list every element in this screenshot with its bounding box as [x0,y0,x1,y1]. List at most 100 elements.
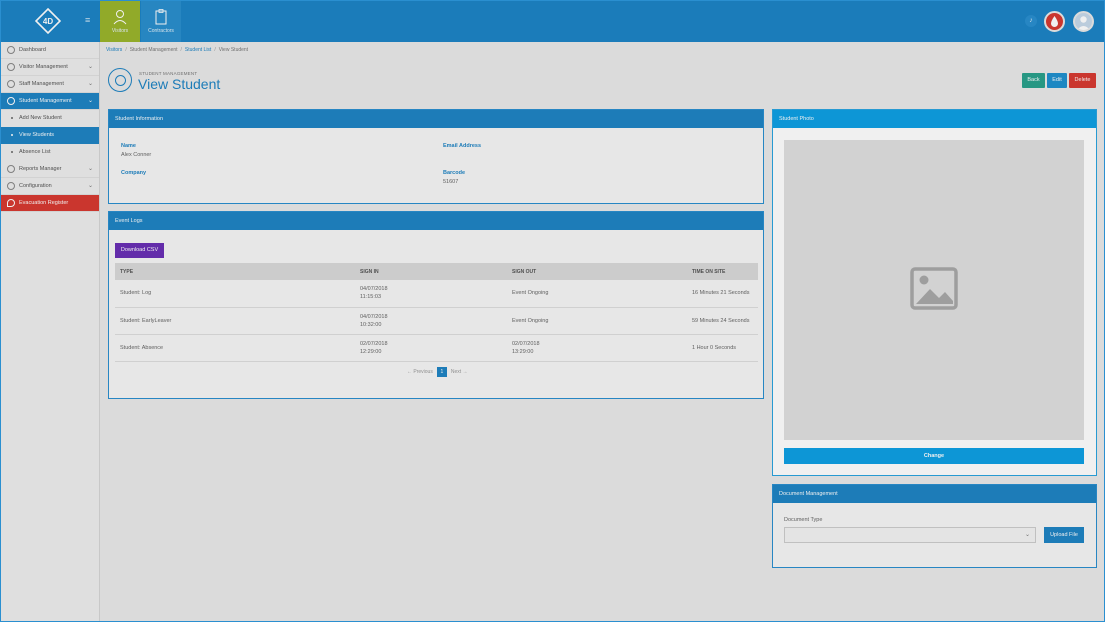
sidebar-item-evacuation-register[interactable]: Evacuation Register [1,195,99,212]
drop-shape [1051,16,1058,27]
cell-time-on-site: 16 Minutes 21 Seconds [687,280,758,308]
chevron-down-icon: ⌄ [87,98,93,104]
table-row: Student: EarlyLeaver 04/07/2018 10:32:00 … [115,307,758,335]
table-header-row: TYPE SIGN IN SIGN OUT TIME ON SITE [115,263,758,280]
previous-page-link[interactable]: ← Previous [407,369,433,375]
panel-title: Document Management [773,485,1096,503]
topnav-visitors[interactable]: Visitors [100,1,140,42]
barcode-label: Barcode [443,170,466,176]
top-bar: 4D ≡ Visitors Contractors ♪ [1,1,1104,42]
panel-title: Event Logs [109,212,763,230]
panel-title: Student Photo [773,110,1096,128]
table-row: Student: Log 04/07/2018 11:15:03 Event On… [115,280,758,308]
breadcrumb-student-management: Student Management [129,47,178,53]
icon-inner [115,75,126,86]
breadcrumb-view-student: View Student [218,47,249,53]
page-1-button[interactable]: 1 [436,367,447,377]
panel-title: Student Information [109,110,763,128]
sign-in-date: 02/07/2018 [360,340,388,347]
sidebar-item-label: Student Management [19,98,72,104]
back-button[interactable]: Back [1022,73,1045,88]
cell-sign-in: 04/07/2018 11:15:03 [355,280,507,308]
company-label: Company [121,170,147,176]
user-avatar-icon[interactable] [1073,11,1094,32]
sidebar-item-staff-management[interactable]: Staff Management ⌄ [1,76,99,93]
fire-icon [7,199,15,207]
event-logs-table: TYPE SIGN IN SIGN OUT TIME ON SITE Stude… [115,263,758,362]
photo-placeholder [784,140,1084,440]
cell-sign-in: 04/07/2018 10:32:00 [355,307,507,335]
delete-button[interactable]: Delete [1069,73,1096,88]
page-title: View Student [138,76,221,92]
bullet-icon [11,134,13,136]
menu-toggle-icon[interactable]: ≡ [85,16,93,25]
sidebar-item-label: Reports Manager [19,166,62,172]
upload-file-button[interactable]: Upload File [1044,527,1084,543]
chevron-down-icon: ⌄ [87,166,93,172]
chevron-down-icon: ⌄ [87,81,93,87]
barcode-value: 51607 [443,179,459,185]
chevron-down-icon: ⌄ [87,183,93,189]
chevron-down-icon: ⌄ [1024,532,1030,538]
column-header-sign-out[interactable]: SIGN OUT [507,263,687,280]
logo-text: 4D [43,17,53,26]
sign-in-date: 04/07/2018 [360,313,388,320]
sign-in-time: 11:15:03 [360,294,382,301]
blood-drop-icon[interactable] [1044,11,1065,32]
topnav-visitors-label: Visitors [111,28,129,34]
column-header-time-on-site[interactable]: TIME ON SITE [687,263,758,280]
edit-button[interactable]: Edit [1047,73,1067,88]
reports-icon [7,165,15,173]
student-photo-panel: Student Photo Change [772,109,1097,476]
image-placeholder-icon [910,267,958,310]
cell-sign-in: 02/07/2018 12:29:00 [355,334,507,362]
gear-icon [7,182,15,190]
sidebar-subitem-absence-list[interactable]: Absence List [1,144,99,161]
sidebar: Dashboard Visitor Management ⌄ Staff Man… [1,42,100,621]
document-type-select[interactable]: ⌄ [784,527,1036,543]
cell-time-on-site: 1 Hour 0 Seconds [687,334,758,362]
chevron-down-icon: ⌄ [87,64,93,70]
sign-out-date: Event Ongoing [512,290,549,297]
sign-out-date: 02/07/2018 [512,340,540,347]
document-management-panel: Document Management Document Type ⌄ Uplo… [772,484,1097,568]
sidebar-item-student-management[interactable]: Student Management ⌄ [1,93,99,110]
sidebar-item-label: Add New Student [19,115,62,121]
column-header-sign-in[interactable]: SIGN IN [355,263,507,280]
sidebar-item-reports-manager[interactable]: Reports Manager ⌄ [1,161,99,178]
cell-type: Student: Absence [115,334,355,362]
next-page-link[interactable]: Next → [451,369,468,375]
breadcrumb-student-list[interactable]: Student List [185,47,211,53]
student-icon [7,97,15,105]
visitor-icon [7,63,15,71]
pagination: ← Previous 1 Next → [407,367,468,377]
avatar-shape [1077,16,1090,30]
breadcrumb-visitors[interactable]: Visitors [106,47,122,53]
sidebar-item-label: Absence List [19,149,51,155]
sidebar-subitem-add-new-student[interactable]: Add New Student [1,110,99,127]
topnav-contractors[interactable]: Contractors [141,1,181,42]
change-photo-button[interactable]: Change [784,448,1084,464]
column-header-type[interactable]: TYPE [115,263,355,280]
cell-sign-out: Event Ongoing [507,307,687,335]
breadcrumb-separator: / [125,47,127,53]
cell-time-on-site: 59 Minutes 24 Seconds [687,307,758,335]
sidebar-item-label: Dashboard [19,47,46,53]
bell-icon[interactable]: ♪ [1025,15,1037,27]
download-csv-button[interactable]: Download CSV [115,243,164,258]
staff-icon [7,80,15,88]
sidebar-item-visitor-management[interactable]: Visitor Management ⌄ [1,59,99,76]
cell-sign-out: Event Ongoing [507,280,687,308]
sidebar-subitem-view-students[interactable]: View Students [1,127,99,144]
topnav-contractors-label: Contractors [148,28,174,34]
sidebar-item-label: Staff Management [19,81,64,87]
sidebar-item-configuration[interactable]: Configuration ⌄ [1,178,99,195]
clipboard-icon [155,9,167,25]
app-logo[interactable]: 4D [35,8,61,34]
sign-in-date: 04/07/2018 [360,286,388,293]
breadcrumb-separator: / [180,47,182,53]
sidebar-item-dashboard[interactable]: Dashboard [1,42,99,59]
event-logs-panel: Event Logs Download CSV TYPE SIGN IN SIG… [108,211,764,399]
cell-type: Student: EarlyLeaver [115,307,355,335]
sign-in-time: 12:29:00 [360,348,382,355]
